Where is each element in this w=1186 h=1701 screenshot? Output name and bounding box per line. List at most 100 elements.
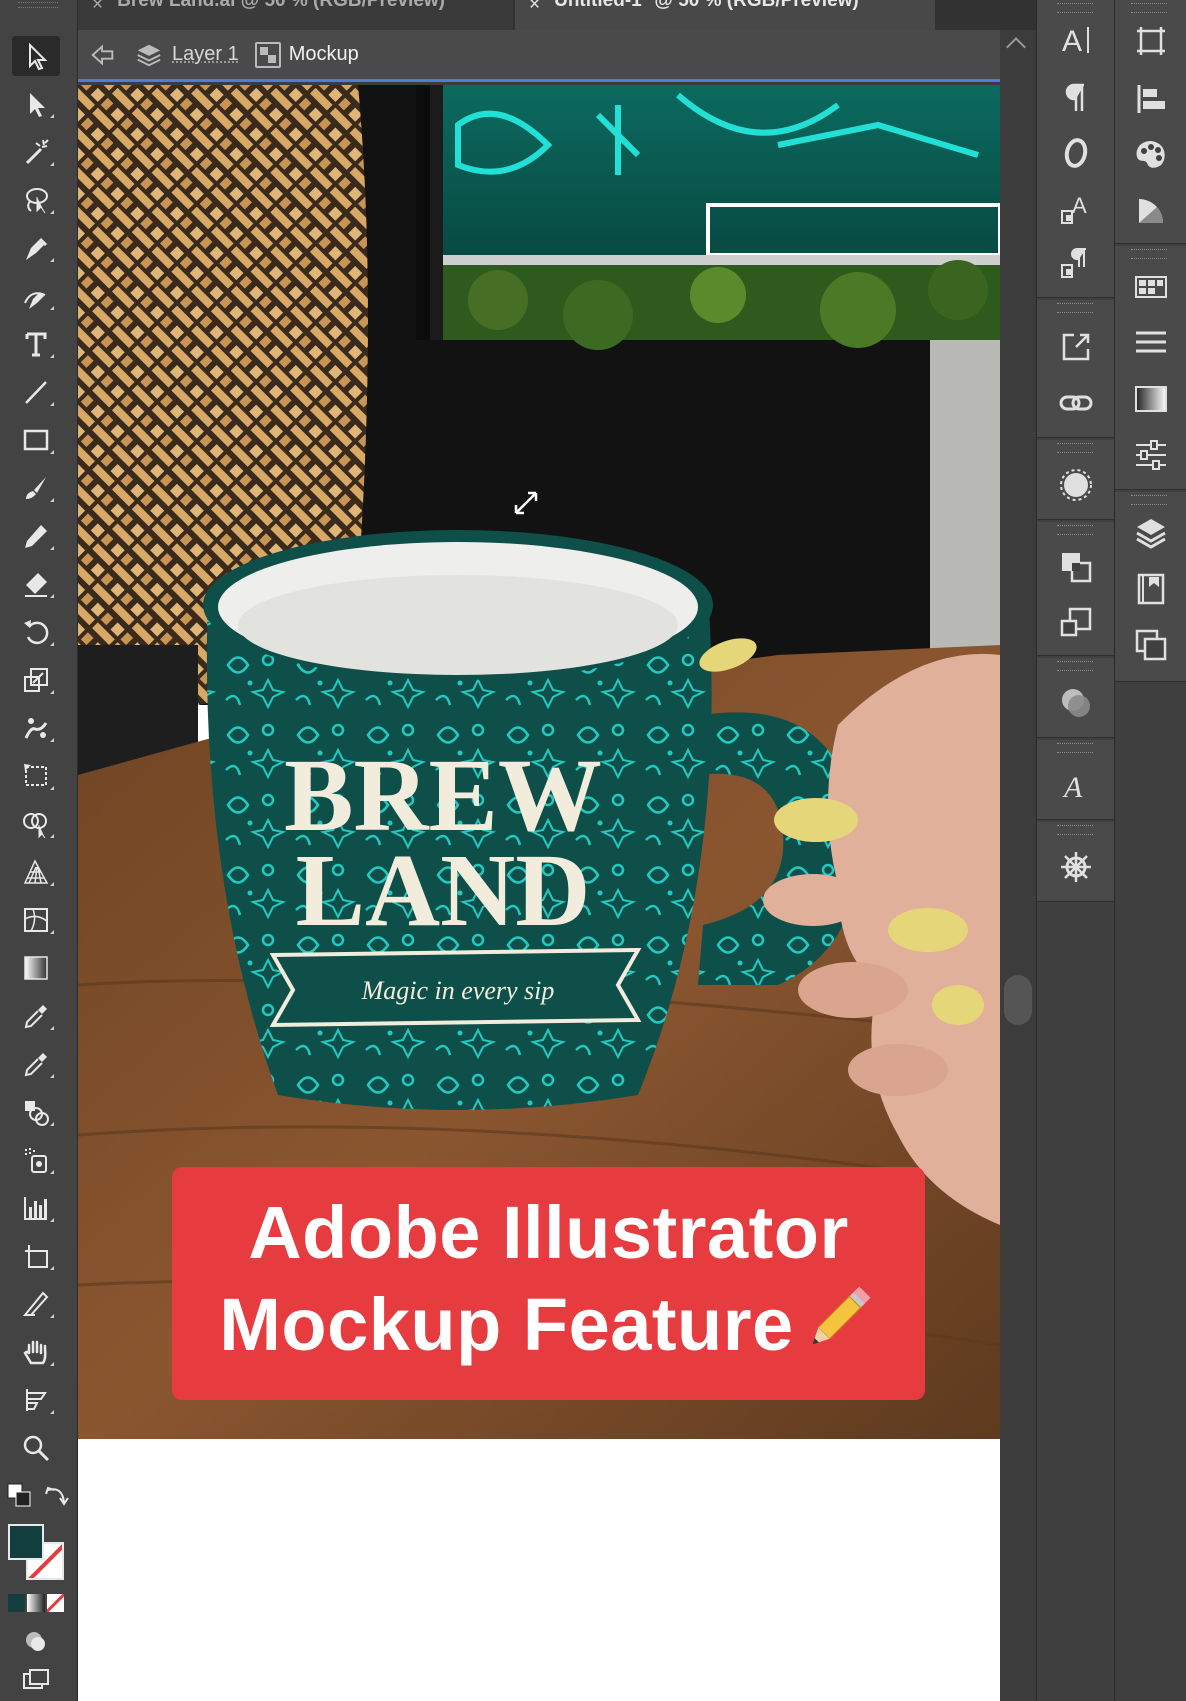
none-button-icon[interactable]	[46, 1594, 64, 1612]
rotate-tool-icon[interactable]	[12, 612, 60, 652]
banner-line-1: Adobe Illustrator	[248, 1190, 849, 1274]
color-button-icon[interactable]	[8, 1594, 26, 1612]
banner-line-2: Mockup Feature	[219, 1279, 877, 1381]
scale-tool-icon[interactable]	[12, 660, 60, 700]
panel-grip[interactable]	[1131, 495, 1167, 505]
character-panel-icon[interactable]: A	[1057, 20, 1095, 58]
scroll-up-arrow-icon[interactable]	[1006, 37, 1026, 57]
export-panel-icon[interactable]	[1057, 328, 1095, 366]
fill-swatch[interactable]	[8, 1524, 44, 1560]
panel-grip[interactable]	[1057, 303, 1093, 313]
lasso-tool-icon[interactable]	[12, 180, 60, 220]
color-panel-icon[interactable]	[1132, 136, 1170, 174]
scroll-thumb[interactable]	[1004, 975, 1032, 1025]
close-icon[interactable]: ×	[529, 0, 540, 16]
tab-brew-land[interactable]: × Brew Land.ai @ 50 % (RGB/Preview)	[78, 0, 513, 30]
panel-grip[interactable]	[1131, 3, 1167, 13]
toolbar-grip[interactable]	[18, 2, 58, 8]
breadcrumb-mockup[interactable]: Mockup	[289, 43, 359, 66]
vertical-scrollbar[interactable]	[1000, 30, 1036, 1701]
appearance-group	[1037, 440, 1114, 520]
properties-group	[1037, 822, 1114, 902]
breadcrumb-layer[interactable]: Layer 1	[172, 43, 239, 66]
perspective-grid-tool-icon[interactable]	[12, 852, 60, 892]
column-graph-tool-icon[interactable]	[12, 1188, 60, 1228]
paragraph-styles-panel-icon[interactable]	[1057, 244, 1095, 282]
appearance-panel-icon[interactable]	[1057, 466, 1095, 504]
panel-grip[interactable]	[1057, 825, 1093, 835]
eyedropper-alt-tool-icon[interactable]	[12, 1044, 60, 1084]
paintbrush-tool-icon[interactable]	[12, 468, 60, 508]
ship-wheel-icon[interactable]	[1057, 848, 1095, 886]
layers-panel-icon[interactable]	[1132, 514, 1170, 552]
pathfinder-panel-icon[interactable]	[1057, 548, 1095, 586]
zoom-tool-icon[interactable]	[12, 1428, 60, 1468]
svg-text:A: A	[1062, 771, 1083, 803]
hand-tool-icon[interactable]	[12, 1332, 60, 1372]
libraries-panel-icon[interactable]	[1132, 570, 1170, 608]
type-panels-group: A A	[1037, 0, 1114, 298]
symbol-sprayer-tool-icon[interactable]	[12, 1140, 60, 1180]
artboard-tool-icon[interactable]	[12, 1236, 60, 1276]
panel-dock-1: A A A	[1036, 0, 1114, 1701]
curvature-tool-icon[interactable]	[12, 276, 60, 316]
panel-grip[interactable]	[1057, 525, 1093, 535]
stroke-panel-icon[interactable]	[1132, 324, 1170, 362]
type-tool-icon[interactable]	[12, 324, 60, 364]
opentype-panel-icon[interactable]	[1057, 134, 1095, 172]
panel-grip[interactable]	[1057, 443, 1093, 453]
default-fill-stroke-icon[interactable]	[4, 1480, 34, 1510]
puppet-warp-tool-icon[interactable]	[12, 708, 60, 748]
align-panel-icon[interactable]	[1132, 80, 1170, 118]
gradient-button-icon[interactable]	[27, 1594, 45, 1612]
swatches-panel-icon[interactable]	[1132, 268, 1170, 306]
title-banner: Adobe Illustrator Mockup Feature	[172, 1167, 925, 1400]
artboard-canvas[interactable]: BREW LAND Magic in every sip	[78, 85, 1000, 1701]
glyphs-panel-icon[interactable]: A	[1057, 766, 1095, 804]
paragraph-panel-icon[interactable]	[1057, 78, 1095, 116]
draw-mode-icon[interactable]	[18, 1624, 52, 1658]
links-panel-icon[interactable]	[1057, 384, 1095, 422]
free-transform-tool-icon[interactable]	[12, 756, 60, 796]
panel-grip[interactable]	[1057, 661, 1093, 671]
pencil-tool-icon[interactable]	[12, 516, 60, 556]
color-mode-buttons[interactable]	[8, 1594, 64, 1612]
character-styles-panel-icon[interactable]: A	[1057, 190, 1095, 228]
tab-untitled-1[interactable]: × Untitled-1* @ 50 % (RGB/Preview)	[515, 0, 935, 30]
mockup-object-icon	[254, 41, 281, 68]
eraser-tool-icon[interactable]	[12, 564, 60, 604]
close-icon[interactable]: ×	[92, 0, 103, 16]
gradient-panel-icon[interactable]	[1132, 380, 1170, 418]
adjustments-panel-icon[interactable]	[1132, 436, 1170, 474]
layers-libraries-group	[1115, 492, 1186, 682]
illustrator-window: × Brew Land.ai @ 50 % (RGB/Preview) × Un…	[0, 0, 1186, 1701]
screen-mode-icon[interactable]	[18, 1664, 52, 1698]
blend-tool-icon[interactable]	[12, 1092, 60, 1132]
mesh-tool-icon[interactable]	[12, 900, 60, 940]
swatches-stroke-group	[1115, 246, 1186, 490]
line-segment-tool-icon[interactable]	[12, 372, 60, 412]
eyedropper-tool-icon[interactable]	[12, 996, 60, 1036]
direct-selection-tool-icon[interactable]	[12, 84, 60, 124]
asset-export-panel-icon[interactable]	[1132, 626, 1170, 664]
shape-builder-tool-icon[interactable]	[12, 804, 60, 844]
mug-title-line2: LAND	[296, 833, 591, 948]
slice-tool-icon[interactable]	[12, 1284, 60, 1324]
panel-grip[interactable]	[1131, 249, 1167, 259]
back-arrow-icon[interactable]	[88, 40, 118, 70]
color-guide-panel-icon[interactable]	[1132, 192, 1170, 230]
rectangle-tool-icon[interactable]	[12, 420, 60, 460]
pen-tool-icon[interactable]	[12, 228, 60, 268]
print-tiling-tool-icon[interactable]	[12, 1380, 60, 1420]
magic-wand-tool-icon[interactable]	[12, 132, 60, 172]
gradient-tool-icon[interactable]	[12, 948, 60, 988]
panel-grip[interactable]	[1057, 3, 1093, 13]
artboards-panel-icon[interactable]	[1132, 22, 1170, 60]
panel-grip[interactable]	[1057, 743, 1093, 753]
transparency-panel-icon[interactable]	[1057, 684, 1095, 722]
selection-tool-icon[interactable]	[12, 36, 60, 76]
swap-fill-stroke-icon[interactable]	[42, 1480, 72, 1510]
transform-panel-icon[interactable]	[1057, 604, 1095, 642]
export-links-group	[1037, 300, 1114, 438]
mug-ribbon-text: Magic in every sip	[361, 976, 555, 1005]
